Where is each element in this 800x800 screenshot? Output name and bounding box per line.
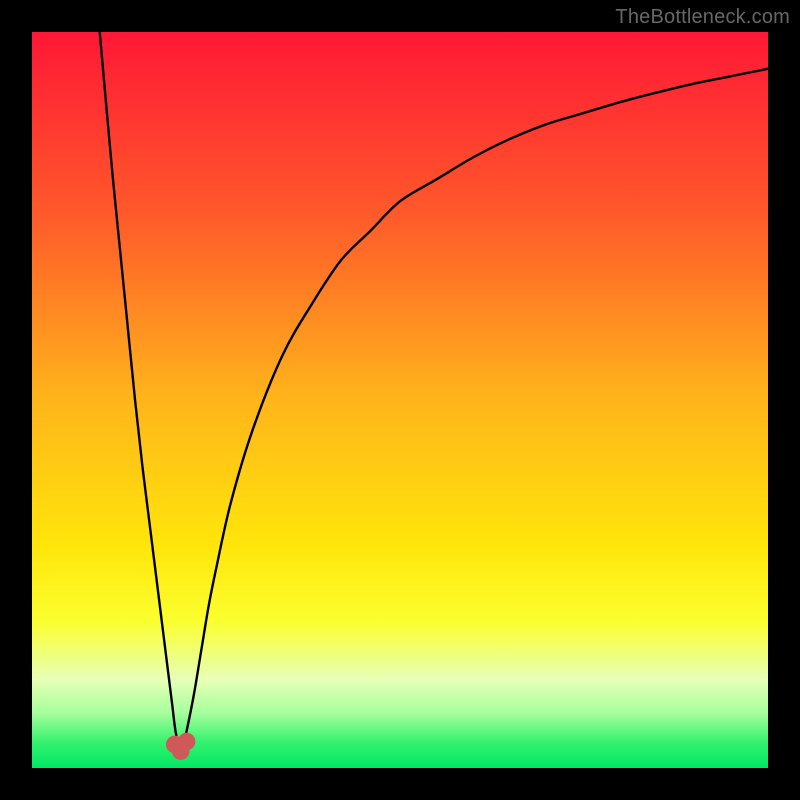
- min-marker-base: [172, 742, 190, 760]
- plot-area: [32, 32, 768, 768]
- curve-min-markers: [166, 733, 195, 760]
- bottleneck-curve: [100, 32, 768, 748]
- watermark-text: TheBottleneck.com: [615, 6, 790, 29]
- chart-frame: TheBottleneck.com: [0, 0, 800, 800]
- curve-layer: [32, 32, 768, 768]
